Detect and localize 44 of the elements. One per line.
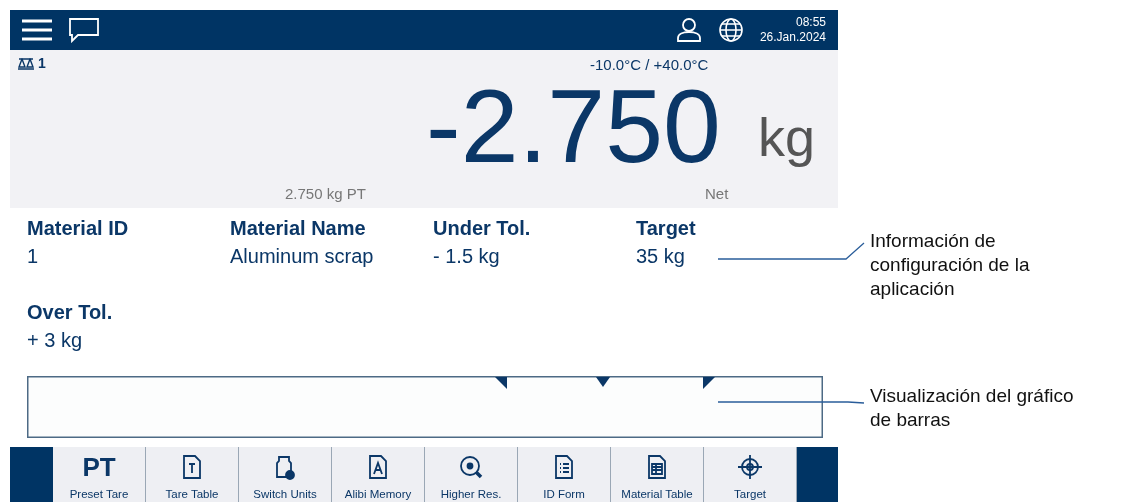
softkey-button[interactable]: ID Form xyxy=(518,447,611,502)
annotation-text: Información de configuración de la aplicación xyxy=(870,229,1031,301)
temperature-range: -10.0°C / +40.0°C xyxy=(590,55,709,75)
field-label: Material Name xyxy=(230,216,366,241)
scale-icon xyxy=(18,57,34,70)
net-label: Net xyxy=(705,184,729,204)
tare-table-icon xyxy=(181,454,203,480)
softkey-button[interactable]: Alibi Memory xyxy=(332,447,425,502)
lower-tolerance-marker xyxy=(495,377,507,389)
alibi-document-icon xyxy=(367,454,389,480)
field-label: Over Tol. xyxy=(27,300,113,325)
menu-icon[interactable] xyxy=(22,19,52,41)
user-icon[interactable] xyxy=(675,17,702,43)
scale-number: 1 xyxy=(38,54,46,73)
list-document-icon xyxy=(553,454,575,480)
field-label: Target xyxy=(636,216,696,241)
upper-tolerance-marker xyxy=(703,377,715,389)
softkey-button[interactable]: Tare Table xyxy=(146,447,239,502)
crosshair-icon xyxy=(736,454,764,480)
magnifier-icon xyxy=(458,454,484,480)
globe-icon[interactable] xyxy=(717,17,744,43)
weight-switch-icon xyxy=(274,454,296,480)
softkey-button[interactable]: PT Preset Tare xyxy=(53,447,146,502)
clock-date: 26.Jan.2024 xyxy=(759,30,826,45)
clock-time: 08:55 xyxy=(795,15,826,30)
field-label: Material ID xyxy=(27,216,129,241)
field-value: - 1.5 kg xyxy=(433,244,500,269)
weight-value: -2.750 xyxy=(426,76,721,176)
field-value: 1 xyxy=(27,244,39,269)
annotation-text: Visualización del gráfico de barras xyxy=(870,384,1075,432)
softkey-button[interactable]: Higher Res. xyxy=(425,447,518,502)
softkey-button[interactable]: Material Table xyxy=(611,447,704,502)
table-document-icon xyxy=(646,454,668,480)
field-value: Aluminum scrap xyxy=(230,244,374,269)
target-marker xyxy=(596,377,610,387)
softkey-button[interactable]: Target xyxy=(704,447,797,502)
preset-tare-glyph: PT xyxy=(82,452,116,482)
chat-bubble-icon[interactable] xyxy=(68,17,100,43)
softkey-button[interactable]: Switch Units xyxy=(239,447,332,502)
field-value: 35 kg xyxy=(636,244,685,269)
field-value: + 3 kg xyxy=(27,328,83,353)
field-label: Under Tol. xyxy=(433,216,531,241)
weight-unit: kg xyxy=(758,106,816,169)
tare-value: 2.750 kg PT xyxy=(285,184,366,204)
